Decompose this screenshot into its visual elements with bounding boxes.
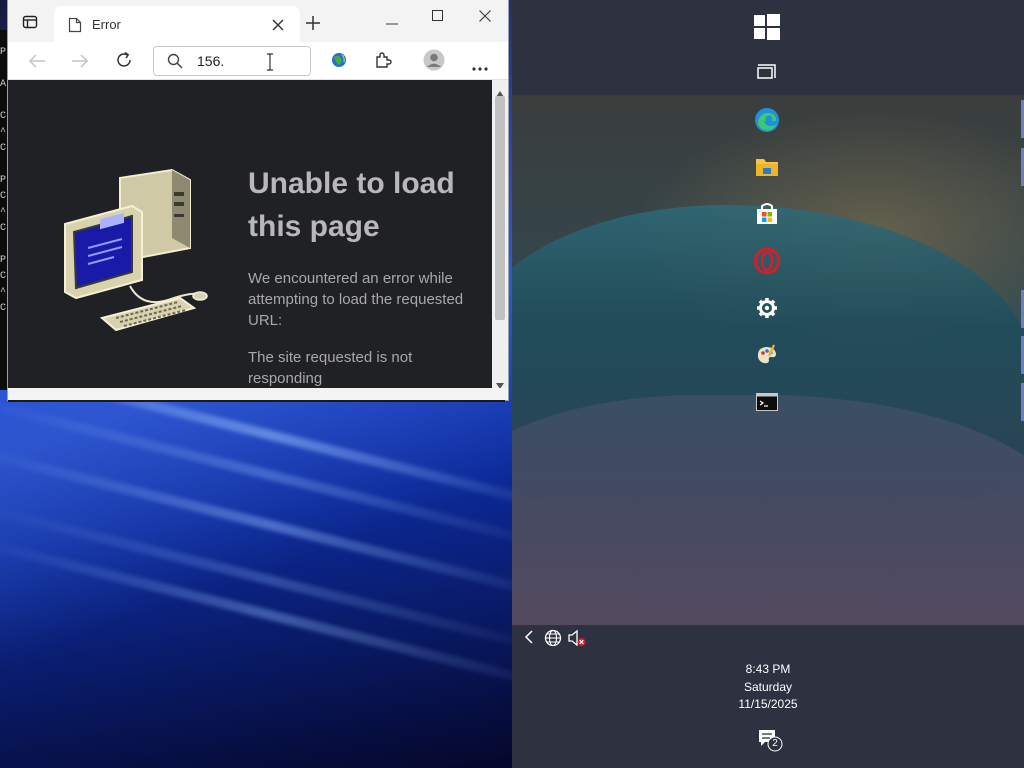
strip-char: C	[0, 271, 7, 282]
close-window-icon[interactable]	[479, 9, 491, 27]
clock-date[interactable]: 11/15/2025	[708, 697, 828, 711]
error-detail: The site requested is not responding	[248, 349, 413, 387]
network-globe-icon[interactable]	[544, 629, 562, 652]
extensions-puzzle-icon[interactable]	[374, 51, 392, 74]
strip-char: P	[0, 255, 7, 266]
volume-muted-icon[interactable]	[567, 629, 587, 652]
paint-palette-icon[interactable]	[746, 334, 788, 376]
clock-day[interactable]: Saturday	[708, 680, 828, 694]
strip-char: C	[0, 111, 7, 122]
profile-avatar-icon[interactable]	[423, 49, 445, 76]
clock-time[interactable]: 8:43 PM	[708, 662, 828, 676]
address-input[interactable]: 156.	[197, 53, 224, 69]
scroll-thumb[interactable]	[495, 96, 505, 320]
file-explorer-icon[interactable]	[746, 146, 788, 188]
strip-char: C	[0, 303, 7, 314]
terminal-icon[interactable]	[746, 381, 788, 423]
maximize-icon[interactable]	[432, 9, 444, 27]
strip-char: P	[0, 47, 7, 58]
page-icon	[68, 17, 82, 38]
page-scrollbar[interactable]	[492, 80, 508, 389]
strip-char: A	[0, 79, 7, 90]
strip-char: ^	[0, 127, 7, 138]
notification-count-badge: 2	[772, 738, 778, 749]
close-tab-icon[interactable]	[272, 18, 284, 36]
computer-illustration-icon	[60, 168, 210, 343]
strip-char: C	[0, 223, 7, 234]
window-bottom-border	[8, 388, 508, 400]
back-arrow-icon[interactable]	[28, 53, 46, 74]
strip-char: C	[0, 143, 7, 154]
tab-actions-icon[interactable]	[22, 14, 38, 35]
extension-globe-icon[interactable]	[330, 51, 348, 74]
strip-char: C	[0, 191, 7, 202]
error-page: Unable to load this page We encountered …	[8, 80, 492, 388]
browser-toolbar: 156.	[8, 42, 508, 80]
address-bar[interactable]: 156.	[153, 46, 311, 76]
new-tab-icon[interactable]	[306, 16, 320, 35]
edge-icon[interactable]	[746, 99, 788, 141]
strip-char: P	[0, 175, 7, 186]
minimize-icon[interactable]	[386, 14, 400, 32]
microsoft-store-icon[interactable]	[746, 193, 788, 235]
notification-center-icon[interactable]: 2	[757, 728, 785, 759]
strip-char: ^	[0, 287, 7, 298]
settings-gear-icon[interactable]	[746, 287, 788, 329]
strip-char: ^	[0, 207, 7, 218]
text-cursor-icon	[266, 53, 274, 76]
tab-title: Error	[92, 17, 121, 32]
task-view-icon[interactable]	[746, 52, 788, 94]
title-bar: Error	[8, 0, 508, 42]
error-title: Unable to load this page	[248, 167, 455, 243]
error-description: We encountered an error while attempting…	[248, 270, 464, 329]
search-icon	[167, 53, 183, 74]
more-options-icon[interactable]	[472, 58, 488, 76]
windows-start-icon[interactable]	[746, 6, 788, 48]
forward-arrow-icon[interactable]	[71, 53, 89, 74]
opera-icon[interactable]	[746, 240, 788, 282]
refresh-icon[interactable]	[115, 51, 133, 74]
browser-window: Error 156. Unable to load this page We e…	[8, 0, 508, 402]
show-hidden-icons-chevron-icon[interactable]	[524, 630, 534, 649]
tab-error[interactable]: Error	[54, 6, 300, 42]
